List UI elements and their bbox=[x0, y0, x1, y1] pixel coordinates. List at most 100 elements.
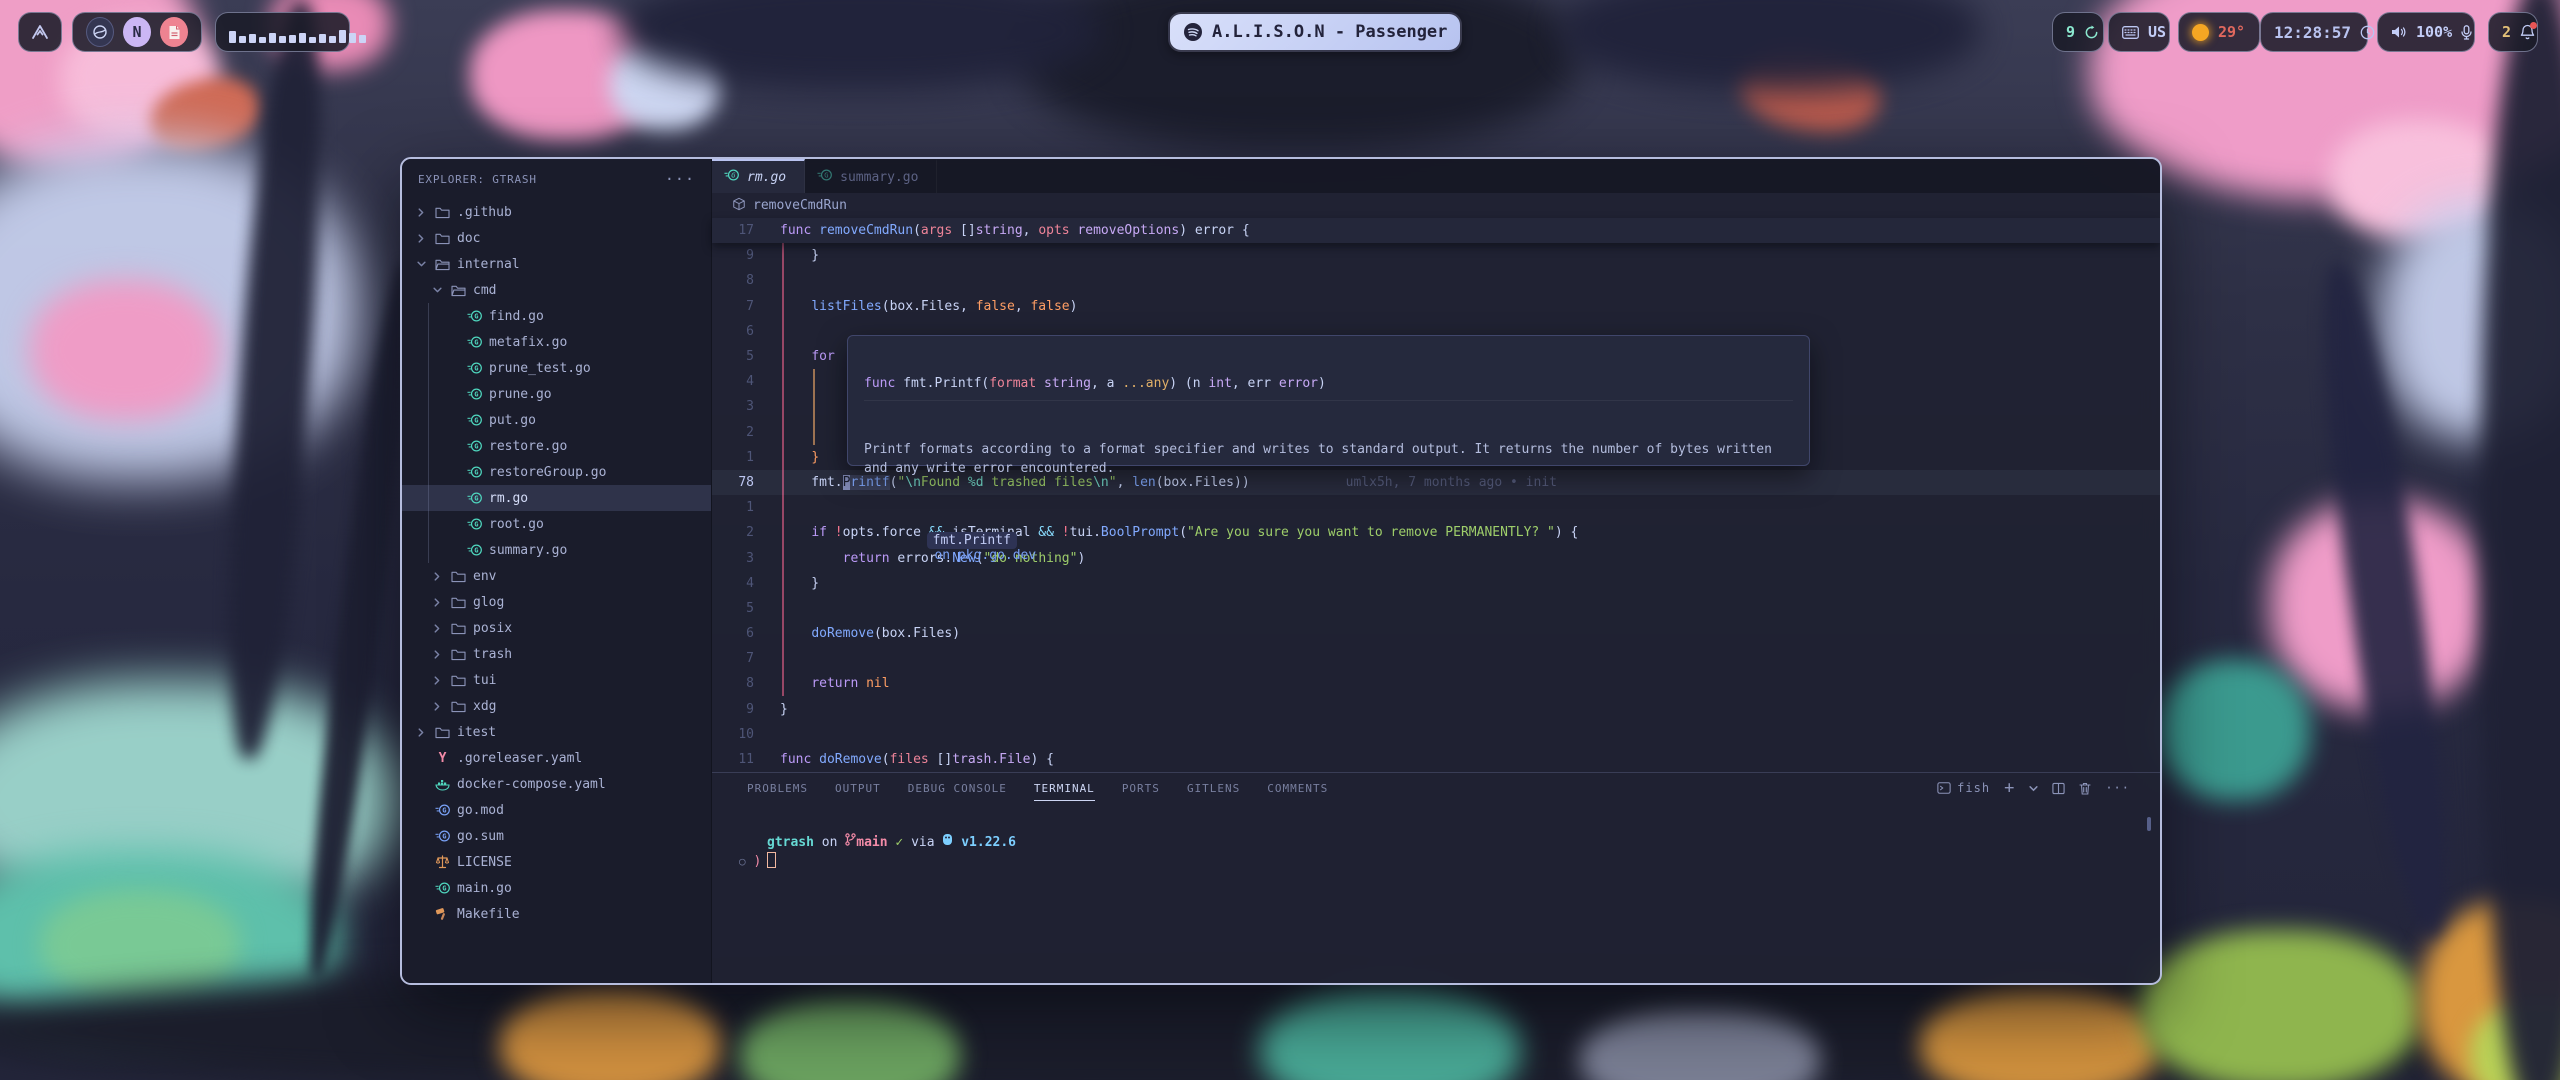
notes-icon[interactable] bbox=[160, 17, 188, 47]
gomod-file-icon: G bbox=[433, 829, 452, 843]
breadcrumb[interactable]: removeCmdRun bbox=[712, 193, 2160, 218]
tree-item-root.go[interactable]: Groot.go bbox=[402, 511, 711, 537]
go-file-icon: G bbox=[433, 881, 452, 895]
tree-item-trash[interactable]: trash bbox=[402, 641, 711, 667]
hover-doc-link[interactable]: on pkg.go.dev bbox=[927, 548, 1037, 563]
go-file-icon: G bbox=[465, 491, 484, 505]
terminal-scrollbar[interactable] bbox=[2147, 817, 2151, 831]
tree-item-rm.go[interactable]: Grm.go bbox=[402, 485, 711, 511]
browser-icon[interactable] bbox=[86, 17, 114, 47]
code-line-8[interactable]: 8 return nil bbox=[712, 671, 2160, 696]
chevron-icon bbox=[414, 208, 428, 217]
launcher-button[interactable] bbox=[18, 12, 62, 52]
code-line-10[interactable]: 10 bbox=[712, 722, 2160, 747]
tree-item-cmd[interactable]: cmd bbox=[402, 277, 711, 303]
tree-item-xdg[interactable]: xdg bbox=[402, 693, 711, 719]
tree-item-metafix.go[interactable]: Gmetafix.go bbox=[402, 329, 711, 355]
code-line-7[interactable]: 7 listFiles(box.Files, false, false) bbox=[712, 294, 2160, 319]
tree-item-.github[interactable]: .github bbox=[402, 199, 711, 225]
editor-tabs: Grm.goGsummary.go bbox=[712, 159, 2160, 193]
tree-item-glog[interactable]: glog bbox=[402, 589, 711, 615]
explorer-more-button[interactable]: ··· bbox=[665, 170, 695, 188]
tree-item-docker-compose.yaml[interactable]: docker-compose.yaml bbox=[402, 771, 711, 797]
code-text: doRemove(box.Files) bbox=[754, 626, 960, 641]
tree-item-go.sum[interactable]: Ggo.sum bbox=[402, 823, 711, 849]
workspaces-module[interactable]: 9 bbox=[2052, 12, 2104, 52]
code-line-11[interactable]: 11func doRemove(files []trash.File) { bbox=[712, 747, 2160, 772]
panel-tab-gitlens[interactable]: GITLENS bbox=[1187, 775, 1240, 801]
code-line-17[interactable]: 17func removeCmdRun(args []string, opts … bbox=[712, 218, 2160, 243]
tree-item-posix[interactable]: posix bbox=[402, 615, 711, 641]
terminal-dropdown-button[interactable] bbox=[2029, 784, 2038, 793]
tab-summary.go[interactable]: Gsummary.go bbox=[805, 159, 937, 193]
tree-item-Makefile[interactable]: Makefile bbox=[402, 901, 711, 927]
tree-item-label: restoreGroup.go bbox=[489, 465, 606, 480]
tree-item-label: doc bbox=[457, 231, 480, 246]
tree-item-put.go[interactable]: Gput.go bbox=[402, 407, 711, 433]
tree-item-itest[interactable]: itest bbox=[402, 719, 711, 745]
tree-item-summary.go[interactable]: Gsummary.go bbox=[402, 537, 711, 563]
new-terminal-button[interactable]: + bbox=[2004, 778, 2015, 798]
svg-text:G: G bbox=[442, 805, 446, 814]
media-player[interactable]: A.L.I.S.O.N - Passenger bbox=[1168, 12, 1462, 52]
tree-item-main.go[interactable]: Gmain.go bbox=[402, 875, 711, 901]
line-number: 5 bbox=[712, 601, 754, 616]
folder-open-file-icon bbox=[449, 284, 468, 297]
tab-rm.go[interactable]: Grm.go bbox=[712, 159, 805, 193]
bottom-panel: PROBLEMS OUTPUT DEBUG CONSOLE TERMINAL PORTS… bbox=[712, 772, 2160, 983]
folder-file-icon bbox=[449, 596, 468, 609]
panel-more-button[interactable]: ··· bbox=[2105, 781, 2130, 795]
volume-module[interactable]: 100% bbox=[2377, 12, 2475, 52]
keyboard-layout-module[interactable]: US bbox=[2108, 12, 2170, 52]
line-number: 78 bbox=[712, 475, 754, 490]
n-badge-icon[interactable]: N bbox=[123, 17, 151, 47]
tree-item-internal[interactable]: internal bbox=[402, 251, 711, 277]
tree-item-restore.go[interactable]: Grestore.go bbox=[402, 433, 711, 459]
vscode-window: EXPLORER: GTRASH ··· .githubdocinternalc… bbox=[400, 157, 2162, 985]
clock-time: 12:28:57 bbox=[2274, 23, 2351, 42]
code-text: func removeCmdRun(args []string, opts re… bbox=[754, 223, 1250, 238]
line-number: 2 bbox=[712, 525, 754, 540]
code-text: } bbox=[754, 702, 788, 717]
code-line-9[interactable]: 9} bbox=[712, 697, 2160, 722]
workspace-count: 9 bbox=[2066, 23, 2075, 41]
panel-tab-comments[interactable]: COMMENTS bbox=[1267, 775, 1328, 801]
tree-item-prune_test.go[interactable]: Gprune_test.go bbox=[402, 355, 711, 381]
folder-file-icon bbox=[449, 622, 468, 635]
tree-item-go.mod[interactable]: Ggo.mod bbox=[402, 797, 711, 823]
tree-item-env[interactable]: env bbox=[402, 563, 711, 589]
svg-text:G: G bbox=[474, 363, 478, 372]
line-number: 11 bbox=[712, 752, 754, 767]
tree-item-find.go[interactable]: Gfind.go bbox=[402, 303, 711, 329]
notifications-module[interactable]: 2 bbox=[2488, 12, 2538, 52]
svg-text:G: G bbox=[731, 170, 736, 179]
line-number: 5 bbox=[712, 349, 754, 364]
panel-tab-debug-console[interactable]: DEBUG CONSOLE bbox=[908, 775, 1007, 801]
panel-tab-output[interactable]: OUTPUT bbox=[835, 775, 881, 801]
split-terminal-button[interactable] bbox=[2052, 782, 2065, 795]
kill-terminal-button[interactable] bbox=[2079, 782, 2091, 795]
terminal[interactable]: gtrash on main ✓ via v1.22.6 ○ ) bbox=[712, 803, 2160, 983]
tree-item-label: env bbox=[473, 569, 496, 584]
code-line-6[interactable]: 6 doRemove(box.Files) bbox=[712, 621, 2160, 646]
svg-text:G: G bbox=[474, 311, 478, 320]
code-line-9[interactable]: 9 } bbox=[712, 243, 2160, 268]
code-text: func doRemove(files []trash.File) { bbox=[754, 752, 1054, 767]
tree-item-LICENSE[interactable]: LICENSE bbox=[402, 849, 711, 875]
tree-item-.goreleaser.yaml[interactable]: Y.goreleaser.yaml bbox=[402, 745, 711, 771]
tree-item-prune.go[interactable]: Gprune.go bbox=[402, 381, 711, 407]
panel-tab-terminal[interactable]: TERMINAL bbox=[1034, 775, 1095, 801]
clock-module[interactable]: 12:28:57 bbox=[2260, 12, 2368, 52]
code-line-7[interactable]: 7 bbox=[712, 646, 2160, 671]
tree-item-tui[interactable]: tui bbox=[402, 667, 711, 693]
code-line-8[interactable]: 8 bbox=[712, 268, 2160, 293]
tree-item-restoreGroup.go[interactable]: GrestoreGroup.go bbox=[402, 459, 711, 485]
panel-tab-ports[interactable]: PORTS bbox=[1122, 775, 1160, 801]
weather-module[interactable]: 29° bbox=[2178, 12, 2260, 52]
visualizer-bar bbox=[229, 31, 236, 43]
tree-item-doc[interactable]: doc bbox=[402, 225, 711, 251]
panel-tab-problems[interactable]: PROBLEMS bbox=[747, 775, 808, 801]
visualizer-bar bbox=[349, 33, 356, 43]
chevron-icon bbox=[430, 702, 444, 711]
visualizer-bar bbox=[239, 36, 246, 43]
